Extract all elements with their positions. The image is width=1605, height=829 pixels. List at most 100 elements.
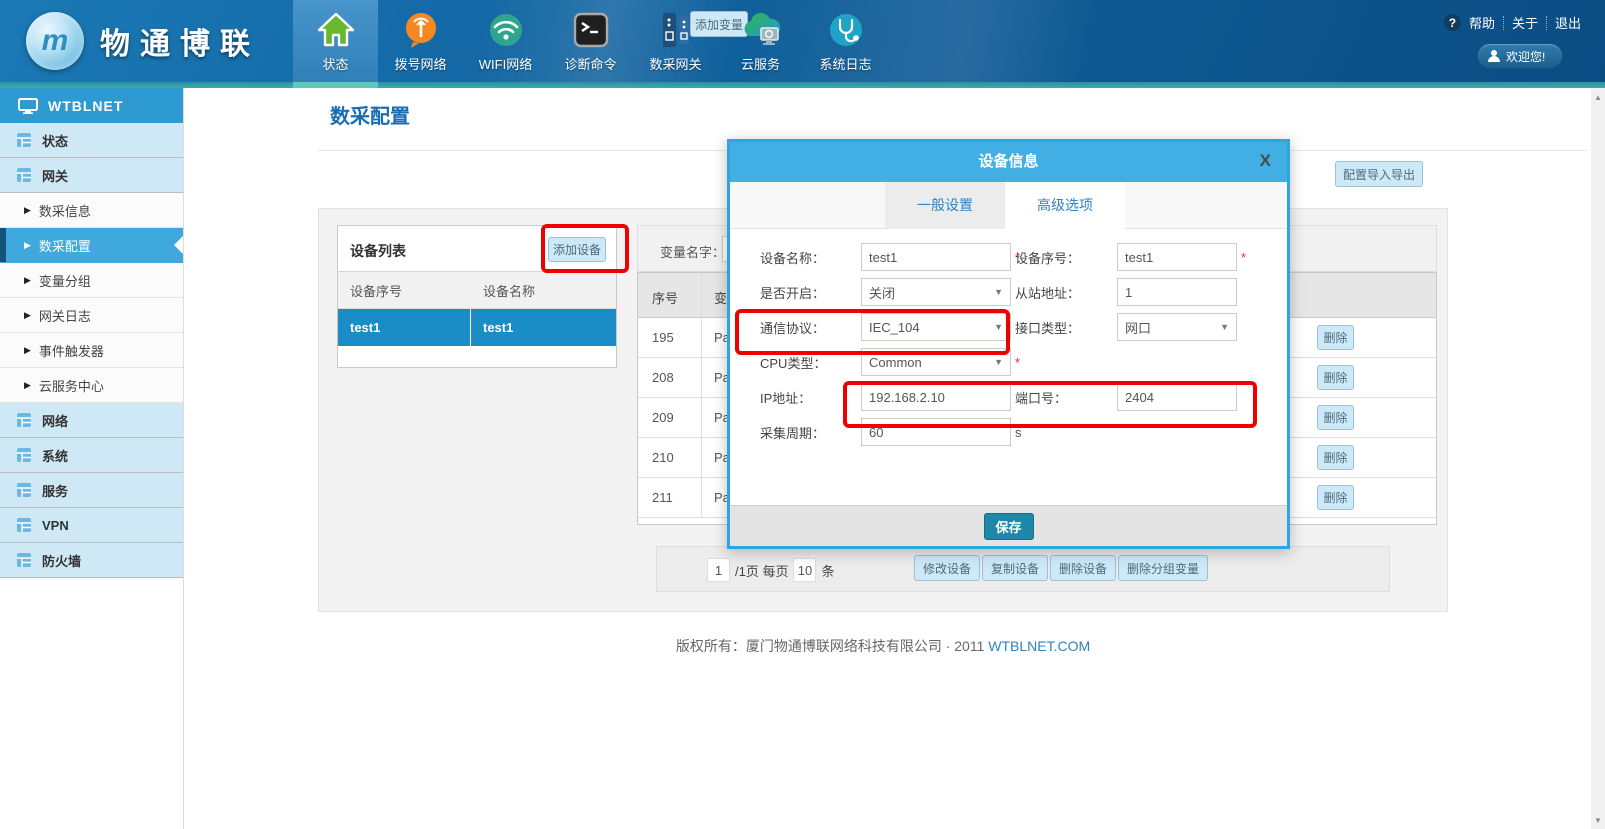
nav-item-diagnostics[interactable]: 诊断命令 <box>548 0 633 88</box>
about-link[interactable]: 关于 <box>1512 13 1538 32</box>
welcome-text: 欢迎您! <box>1506 48 1545 65</box>
home-icon <box>316 8 356 52</box>
sidebar-title: WTBLNET <box>48 98 123 114</box>
sidebar: WTBLNET 状态 网关 ▶ 数采信息 ▶ 数采配置 ▶ 变量分组 ▶ 网关日… <box>0 88 183 578</box>
port-number-input[interactable] <box>1117 383 1237 411</box>
table-icon <box>16 132 32 148</box>
sidebar-item-service[interactable]: 服务 <box>0 473 183 508</box>
syslog-icon <box>826 8 866 52</box>
sidebar-item-vpn[interactable]: VPN <box>0 508 183 543</box>
enabled-select[interactable]: 关闭▼ <box>861 278 1011 306</box>
modal-header: 设备信息 X <box>730 142 1287 182</box>
device-row-selected[interactable]: test1 test1 <box>338 309 616 346</box>
col-variable-name: 变 <box>714 288 727 307</box>
column-divider <box>701 273 702 317</box>
col-device-serial: 设备序号 <box>338 272 471 308</box>
monitor-icon <box>18 98 38 114</box>
sidebar-item-gateway[interactable]: 网关 <box>0 158 183 193</box>
app-window: m 物通博联 状态 拨号网络 WIFI网络 诊断命令 <box>0 0 1605 829</box>
device-name-input[interactable] <box>861 243 1011 271</box>
device-info-modal: 设备信息 X 一般设置 高级选项 设备名称： * 是否开启： 关闭▼ 通信协议：… <box>727 139 1290 549</box>
delete-button[interactable]: 删除 <box>1317 325 1354 350</box>
vertical-scrollbar[interactable]: ▲ ▼ <box>1591 88 1605 829</box>
delete-button[interactable]: 删除 <box>1317 405 1354 430</box>
scroll-up-icon[interactable]: ▲ <box>1591 90 1605 104</box>
page-of-label: /1页 每页 <box>735 561 788 580</box>
top-links: ? 帮助 关于 退出 <box>1444 13 1581 32</box>
table-icon <box>16 412 32 428</box>
page-number-input[interactable] <box>707 558 730 582</box>
save-button[interactable]: 保存 <box>984 513 1034 540</box>
tab-advanced-options[interactable]: 高级选项 <box>1005 182 1125 229</box>
variable-name-label: 变量名字： <box>660 242 725 261</box>
sidebar-item-cloud-center[interactable]: ▶ 云服务中心 <box>0 368 183 403</box>
import-export-button[interactable]: 配置导入导出 <box>1335 161 1423 187</box>
wifi-icon <box>486 8 526 52</box>
device-serial-input[interactable] <box>1117 243 1237 271</box>
sidebar-item-gateway-log[interactable]: ▶ 网关日志 <box>0 298 183 333</box>
page-size-input[interactable] <box>793 558 816 582</box>
pagination-info: /1页 每页 条 <box>707 558 834 582</box>
device-list-title: 设备列表 <box>350 241 406 261</box>
nav-item-daq-gateway[interactable]: 数采网关 <box>633 0 718 88</box>
close-icon[interactable]: X <box>1260 151 1271 171</box>
device-table-header: 设备序号 设备名称 <box>338 272 616 309</box>
sidebar-item-system[interactable]: 系统 <box>0 438 183 473</box>
sidebar-item-network[interactable]: 网络 <box>0 403 183 438</box>
sidebar-item-daq-info[interactable]: ▶ 数采信息 <box>0 193 183 228</box>
table-icon <box>16 517 32 533</box>
ip-address-input[interactable] <box>861 383 1011 411</box>
triangle-icon: ▶ <box>24 205 31 216</box>
gateway-icon <box>656 8 696 52</box>
copy-device-button[interactable]: 复制设备 <box>982 555 1048 581</box>
protocol-select[interactable]: IEC_104▼ <box>861 313 1011 341</box>
page-footer: 版权所有：厦门物通博联网络科技有限公司 · 2011 WTBLNET.COM <box>318 636 1448 656</box>
nav-item-cloud[interactable]: 云服务 <box>718 0 803 88</box>
divider <box>1546 16 1547 30</box>
col-seq: 序号 <box>652 288 678 307</box>
triangle-icon: ▶ <box>24 275 31 286</box>
col-device-name: 设备名称 <box>471 272 616 308</box>
delete-device-button[interactable]: 删除设备 <box>1050 555 1116 581</box>
nav-item-wifi[interactable]: WIFI网络 <box>463 0 548 88</box>
sidebar-item-firewall[interactable]: 防火墙 <box>0 543 183 578</box>
slave-address-input[interactable] <box>1117 278 1237 306</box>
sidebar-item-daq-config[interactable]: ▶ 数采配置 <box>0 228 183 263</box>
delete-button[interactable]: 删除 <box>1317 485 1354 510</box>
logout-link[interactable]: 退出 <box>1555 13 1581 32</box>
poll-period-input[interactable] <box>861 418 1011 446</box>
sidebar-item-event-trigger[interactable]: ▶ 事件触发器 <box>0 333 183 368</box>
nav-item-dialup[interactable]: 拨号网络 <box>378 0 463 88</box>
main-nav: 状态 拨号网络 WIFI网络 诊断命令 数采网关 <box>293 0 888 88</box>
device-row-empty <box>338 346 616 367</box>
help-link[interactable]: 帮助 <box>1469 13 1495 32</box>
triangle-icon: ▶ <box>24 310 31 321</box>
field-device-name: 设备名称： * <box>760 243 1020 271</box>
interface-type-select[interactable]: 网口▼ <box>1117 313 1237 341</box>
required-marker: * <box>1015 355 1020 370</box>
cpu-type-select[interactable]: Common▼ <box>861 348 1011 376</box>
table-icon <box>16 552 32 568</box>
delete-button[interactable]: 删除 <box>1317 365 1354 390</box>
add-device-button[interactable]: 添加设备 <box>548 237 606 262</box>
nav-item-syslog[interactable]: 系统日志 <box>803 0 888 88</box>
delete-button[interactable]: 删除 <box>1317 445 1354 470</box>
tab-general-settings[interactable]: 一般设置 <box>885 182 1005 229</box>
modal-body: 设备名称： * 是否开启： 关闭▼ 通信协议： IEC_104▼ CPU类型： … <box>730 229 1287 505</box>
page-title: 数采配置 <box>330 100 410 129</box>
field-enabled: 是否开启： 关闭▼ <box>760 278 1011 306</box>
wtblnet-link[interactable]: WTBLNET.COM <box>988 638 1090 654</box>
terminal-icon <box>571 8 611 52</box>
pagination-bar: /1页 每页 条 修改设备 复制设备 删除设备 删除分组变量 <box>656 546 1390 592</box>
field-device-serial: 设备序号： * <box>1015 243 1246 271</box>
device-list-header: 设备列表 添加设备 <box>338 226 616 272</box>
triangle-icon: ▶ <box>24 345 31 356</box>
device-actions: 修改设备 复制设备 删除设备 删除分组变量 <box>914 555 1208 581</box>
delete-group-variable-button[interactable]: 删除分组变量 <box>1118 555 1208 581</box>
scroll-down-icon[interactable]: ▼ <box>1591 813 1605 827</box>
sidebar-item-status[interactable]: 状态 <box>0 123 183 158</box>
modify-device-button[interactable]: 修改设备 <box>914 555 980 581</box>
brand-name: 物通博联 <box>100 19 260 63</box>
sidebar-item-variable-group[interactable]: ▶ 变量分组 <box>0 263 183 298</box>
nav-item-status[interactable]: 状态 <box>293 0 378 88</box>
